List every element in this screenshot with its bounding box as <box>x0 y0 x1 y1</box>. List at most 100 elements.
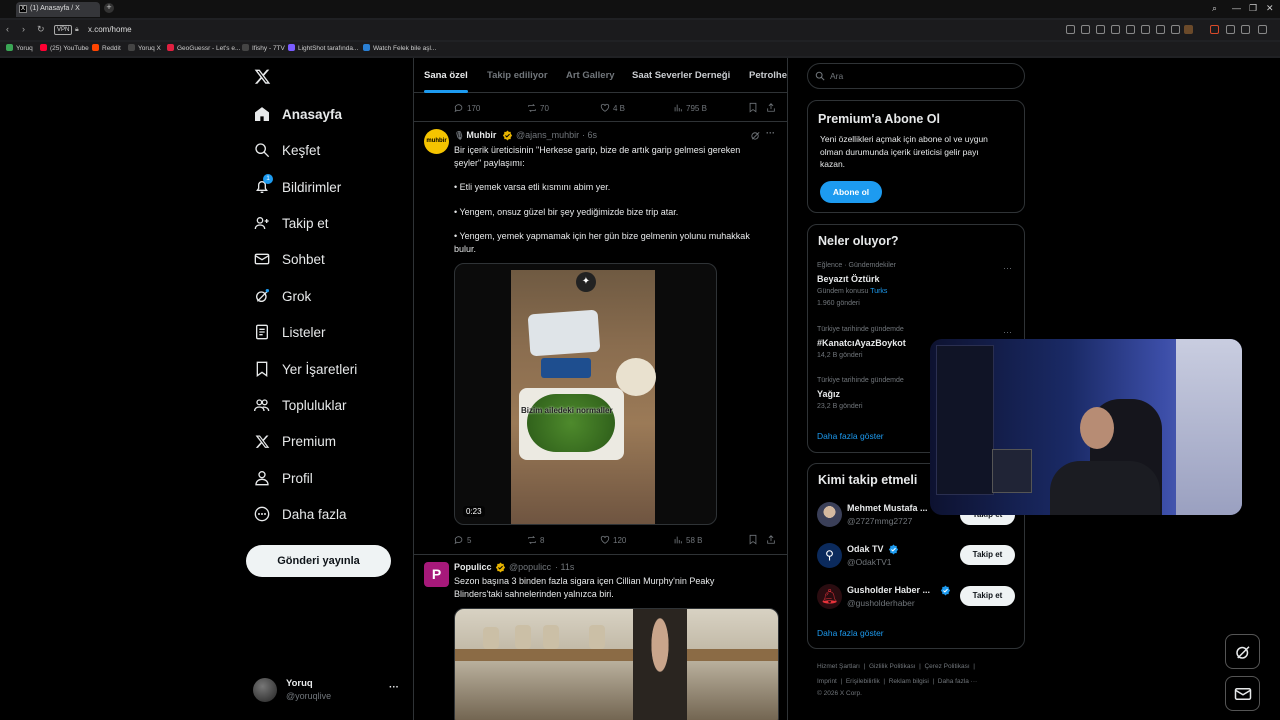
views-button[interactable]: 795 B <box>673 103 707 113</box>
tab-for-you[interactable]: Sana özel <box>424 70 468 81</box>
reply-button[interactable]: 170 <box>454 103 480 113</box>
footer-link[interactable]: Erişilebilirlik <box>846 678 880 685</box>
trend-name[interactable]: Beyazıt Öztürk <box>817 274 880 284</box>
nav-chat[interactable]: Sohbet <box>254 247 325 271</box>
footer-link[interactable]: Çerez Politikası <box>924 663 969 670</box>
bookmark-item[interactable]: Ifishy - 7TV <box>242 44 285 52</box>
share-icon[interactable] <box>766 534 779 545</box>
trend-name[interactable]: Yağız <box>817 389 840 399</box>
like-button[interactable]: 120 <box>600 535 626 545</box>
tab-petrolhead[interactable]: Petrolhea <box>749 70 787 81</box>
forward-icon[interactable]: › <box>22 24 25 34</box>
grok-float-button[interactable] <box>1225 634 1260 669</box>
minimize-button[interactable]: — <box>1232 3 1241 13</box>
follow-button[interactable]: Takip et <box>960 586 1015 606</box>
extension-icon[interactable] <box>1210 25 1219 34</box>
tab-saat-severler[interactable]: Saat Severler Derneği <box>632 70 730 81</box>
bookmark-post-icon[interactable] <box>748 102 761 113</box>
post-time[interactable]: · 6s <box>582 130 597 140</box>
nav-home[interactable]: Anasayfa <box>254 102 342 126</box>
extension-icon[interactable] <box>1111 25 1120 34</box>
extension-icon[interactable] <box>1126 25 1135 34</box>
follow-suggestion-handle[interactable]: @gusholderhaber <box>847 598 915 608</box>
extension-icon[interactable] <box>1081 25 1090 34</box>
messages-float-button[interactable] <box>1225 676 1260 711</box>
bookmark-post-icon[interactable] <box>748 534 761 545</box>
nav-explore[interactable]: Keşfet <box>254 138 320 162</box>
grok-icon[interactable] <box>750 130 761 141</box>
tab-art-gallery[interactable]: Art Gallery <box>566 70 615 81</box>
footer-link[interactable]: Reklam bilgisi <box>889 678 929 685</box>
repost-button[interactable]: 8 <box>527 535 544 545</box>
extension-icon[interactable] <box>1141 25 1150 34</box>
extension-icon[interactable] <box>1156 25 1165 34</box>
extension-icon[interactable] <box>1096 25 1105 34</box>
nav-profile[interactable]: Profil <box>254 466 313 490</box>
grok-analyze-icon[interactable]: ✦ <box>576 272 596 292</box>
extension-icon[interactable] <box>1066 25 1075 34</box>
nav-follow[interactable]: Takip et <box>254 211 329 235</box>
search-tabs-icon[interactable]: ⌕ <box>1212 3 1217 14</box>
x-logo-icon[interactable] <box>254 68 271 85</box>
author-handle[interactable]: @populicc <box>509 562 551 572</box>
extension-icon[interactable] <box>1258 25 1267 34</box>
views-button[interactable]: 58 B <box>673 535 702 545</box>
video-player[interactable]: Bizim ailedeki normaller ✦ 0:23 <box>454 263 717 525</box>
nav-lists[interactable]: Listeler <box>254 320 326 344</box>
follow-button[interactable]: Takip et <box>960 545 1015 565</box>
nav-notifications[interactable]: 1 Bildirimler <box>254 174 341 199</box>
author-name[interactable]: 🎙︎ Muhbir <box>454 130 496 140</box>
browser-tab[interactable]: X (1) Anasayfa / X <box>16 2 100 17</box>
like-button[interactable]: 4 B <box>600 103 625 113</box>
follow-suggestion-name[interactable]: Gusholder Haber ... <box>847 585 930 595</box>
follow-suggestion-name[interactable]: Odak TV <box>847 544 884 554</box>
post-more-button[interactable]: ··· <box>766 128 775 138</box>
follow-suggestion-handle[interactable]: @OdakTV1 <box>847 557 892 567</box>
avatar[interactable]: muhbir <box>424 129 449 154</box>
back-icon[interactable]: ‹ <box>6 24 9 34</box>
reply-button[interactable]: 5 <box>454 535 471 545</box>
tab-following[interactable]: Takip ediliyor <box>487 70 548 81</box>
extension-icon[interactable] <box>1226 25 1235 34</box>
author-name[interactable]: Populicc <box>454 562 492 572</box>
bookmark-item[interactable]: (25) YouTube <box>40 44 89 52</box>
extension-icon[interactable] <box>1241 25 1250 34</box>
avatar[interactable]: ⚲ <box>817 543 842 568</box>
account-menu-button[interactable]: ··· <box>389 682 399 693</box>
trend-more-button[interactable]: ··· <box>1003 263 1012 273</box>
nav-grok[interactable]: Grok <box>254 284 311 308</box>
trend-name[interactable]: #KanatcıAyazBoykot <box>817 338 906 348</box>
trend-link[interactable]: Turks <box>870 288 887 295</box>
nav-communities[interactable]: Topluluklar <box>254 393 347 417</box>
maximize-button[interactable]: ❐ <box>1249 3 1257 14</box>
author-handle[interactable]: @ajans_muhbir <box>516 130 579 140</box>
lock-icon[interactable]: 🔒︎ <box>75 26 79 34</box>
follow-suggestion-handle[interactable]: @2727mmg2727 <box>847 516 912 526</box>
search-input[interactable]: Ara <box>807 63 1025 89</box>
nav-bookmarks[interactable]: Yer İşaretleri <box>254 357 357 381</box>
bookmark-item[interactable]: GeoGuessr - Let's e... <box>167 44 240 52</box>
subscribe-button[interactable]: Abone ol <box>820 181 882 203</box>
profile-avatar-icon[interactable] <box>1184 25 1193 34</box>
bookmark-item[interactable]: Reddit <box>92 44 121 52</box>
url-field[interactable]: x.com/home <box>88 25 132 34</box>
bookmark-item[interactable]: Yoruq <box>6 44 33 52</box>
post-image[interactable] <box>454 608 779 720</box>
extension-icon[interactable] <box>1171 25 1180 34</box>
post-time[interactable]: · 11s <box>555 562 574 572</box>
repost-button[interactable]: 70 <box>527 103 549 113</box>
footer-link[interactable]: Hizmet Şartları <box>817 663 860 670</box>
bookmark-item[interactable]: Watch Felek bile aşl... <box>363 44 436 52</box>
nav-more[interactable]: Daha fazla <box>254 502 347 526</box>
trends-show-more[interactable]: Daha fazla göster <box>817 431 884 441</box>
post-button[interactable]: Gönderi yayınla <box>246 545 391 577</box>
trend-more-button[interactable]: ··· <box>1003 327 1012 337</box>
nav-premium[interactable]: Premium <box>254 429 336 453</box>
follow-suggestion-name[interactable]: Mehmet Mustafa ... <box>847 503 928 513</box>
avatar[interactable] <box>817 502 842 527</box>
reload-icon[interactable]: ↻ <box>37 24 45 35</box>
avatar[interactable]: 🔔︎ <box>817 584 842 609</box>
footer-link[interactable]: Daha fazla ··· <box>938 678 977 685</box>
vpn-badge[interactable]: VPN <box>54 25 73 35</box>
account-avatar[interactable] <box>253 678 277 702</box>
